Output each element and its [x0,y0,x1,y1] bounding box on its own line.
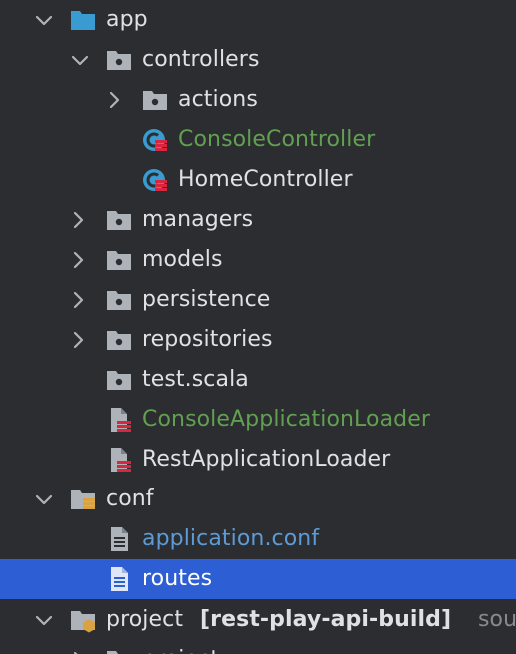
scala-file-icon [106,407,132,433]
tree-node-conf[interactable]: conf [0,479,516,519]
chevron-right-icon[interactable] [68,250,88,270]
scala-class-icon [142,127,168,153]
package-folder-icon [106,287,132,313]
tree-node-console-controller[interactable]: ConsoleController [0,120,516,160]
module-name: [rest-play-api-build] [200,607,452,632]
tree-node-label: routes [142,566,213,591]
tree-node-actions[interactable]: actions [0,80,516,120]
tree-node-test-scala[interactable]: test.scala [0,360,516,400]
chevron-right-icon[interactable] [68,210,88,230]
package-folder-icon [106,247,132,273]
tree-node-label: test.scala [142,367,249,392]
tree-node-label: RestApplicationLoader [142,447,391,472]
chevron-down-icon[interactable] [34,610,54,630]
chevron-down-icon[interactable] [70,50,90,70]
tree-node-label: application.conf [142,526,320,551]
tree-node-app[interactable]: app [0,0,516,40]
tree-node-label: controllers [142,47,260,72]
package-folder-icon [142,87,168,113]
tree-node-label: project [106,607,184,632]
package-folder-icon [106,327,132,353]
tree-node-label: models [142,247,223,272]
chevron-down-icon[interactable] [34,10,54,30]
tree-node-managers[interactable]: managers [0,200,516,240]
scala-class-icon [142,167,168,193]
tree-node-label: conf [106,486,154,511]
tree-node-label: ConsoleApplicationLoader [142,407,431,432]
tree-node-label: actions [178,87,258,112]
tree-node-label: persistence [142,287,271,312]
package-folder-icon [106,207,132,233]
tree-node-models[interactable]: models [0,240,516,280]
tree-node-label: project [142,646,219,654]
chevron-down-icon[interactable] [34,489,54,509]
tree-node-label: ConsoleController [178,127,376,152]
chevron-right-icon[interactable] [68,650,88,654]
tree-node-repositories[interactable]: repositories [0,320,516,360]
tree-node-label: repositories [142,327,273,352]
package-folder-icon [106,647,132,654]
tree-node-persistence[interactable]: persistence [0,280,516,320]
tree-node-console-application-loader[interactable]: ConsoleApplicationLoader [0,400,516,440]
tree-node-routes[interactable]: routes [0,559,516,599]
text-file-icon [106,526,132,552]
tree-node-rest-application-loader[interactable]: RestApplicationLoader [0,440,516,480]
tree-node-controllers[interactable]: controllers [0,40,516,80]
tree-node-home-controller[interactable]: HomeController [0,160,516,200]
project-tree: app controllers actions ConsoleControlle… [0,0,516,654]
tree-node-label: managers [142,207,254,232]
tree-node-application-conf[interactable]: application.conf [0,519,516,559]
tree-node-project-child[interactable]: project [0,640,516,654]
source-folder-icon [70,7,96,33]
project-folder-icon [70,607,96,633]
source-root-hint: sou [478,607,516,632]
resources-folder-icon [70,486,96,512]
chevron-right-icon[interactable] [104,90,124,110]
tree-node-project[interactable]: project [rest-play-api-build] sou [0,600,516,640]
package-folder-icon [106,47,132,73]
chevron-right-icon[interactable] [68,330,88,350]
scala-file-icon [106,447,132,473]
tree-node-label: app [106,7,148,32]
tree-node-label: HomeController [178,167,353,192]
text-file-icon [106,566,132,592]
chevron-right-icon[interactable] [68,290,88,310]
package-folder-icon [106,367,132,393]
